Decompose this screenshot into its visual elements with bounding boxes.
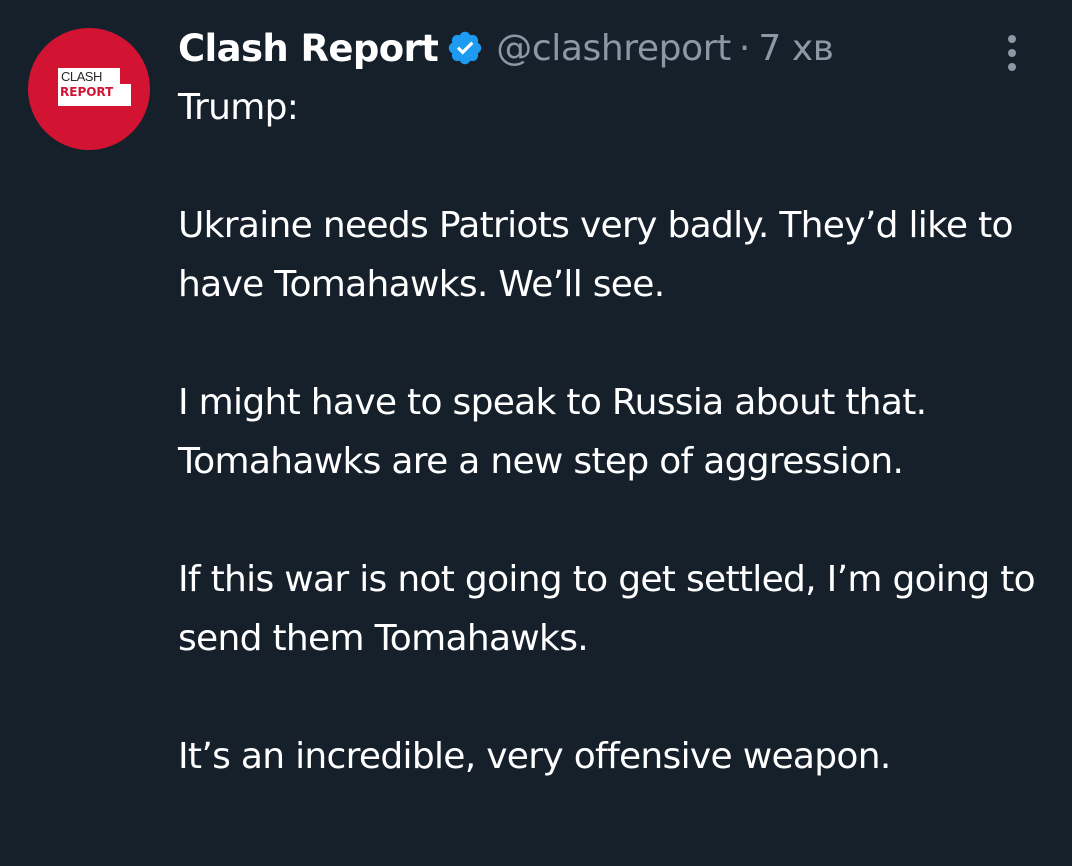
more-vertical-icon[interactable] — [994, 30, 1030, 74]
logo-text-report: REPORT — [60, 85, 114, 99]
verified-badge-icon — [446, 29, 484, 67]
tweet-paragraph: Trump: — [178, 87, 299, 128]
tweet-text: Trump: Ukraine needs Patriots very badly… — [178, 78, 1058, 786]
header-separator: · — [738, 27, 751, 69]
user-handle[interactable]: @clashreport — [496, 28, 731, 69]
avatar[interactable]: CLASH REPORT — [28, 28, 150, 150]
timestamp[interactable]: 7 хв — [758, 28, 834, 69]
tweet-paragraph: Ukraine needs Patriots very badly. They’… — [178, 205, 1014, 305]
tweet-paragraph: It’s an incredible, very offensive weapo… — [178, 736, 891, 777]
tweet-header: Clash Report @clashreport · 7 хв — [178, 22, 834, 74]
tweet: CLASH REPORT Clash Report @clashreport ·… — [0, 0, 1072, 866]
tweet-paragraph: I might have to speak to Russia about th… — [178, 382, 927, 482]
display-name[interactable]: Clash Report — [178, 27, 439, 70]
tweet-paragraph: If this war is not going to get settled,… — [178, 559, 1036, 659]
logo-text-clash: CLASH — [61, 69, 102, 84]
clash-report-logo: CLASH REPORT — [58, 68, 149, 108]
